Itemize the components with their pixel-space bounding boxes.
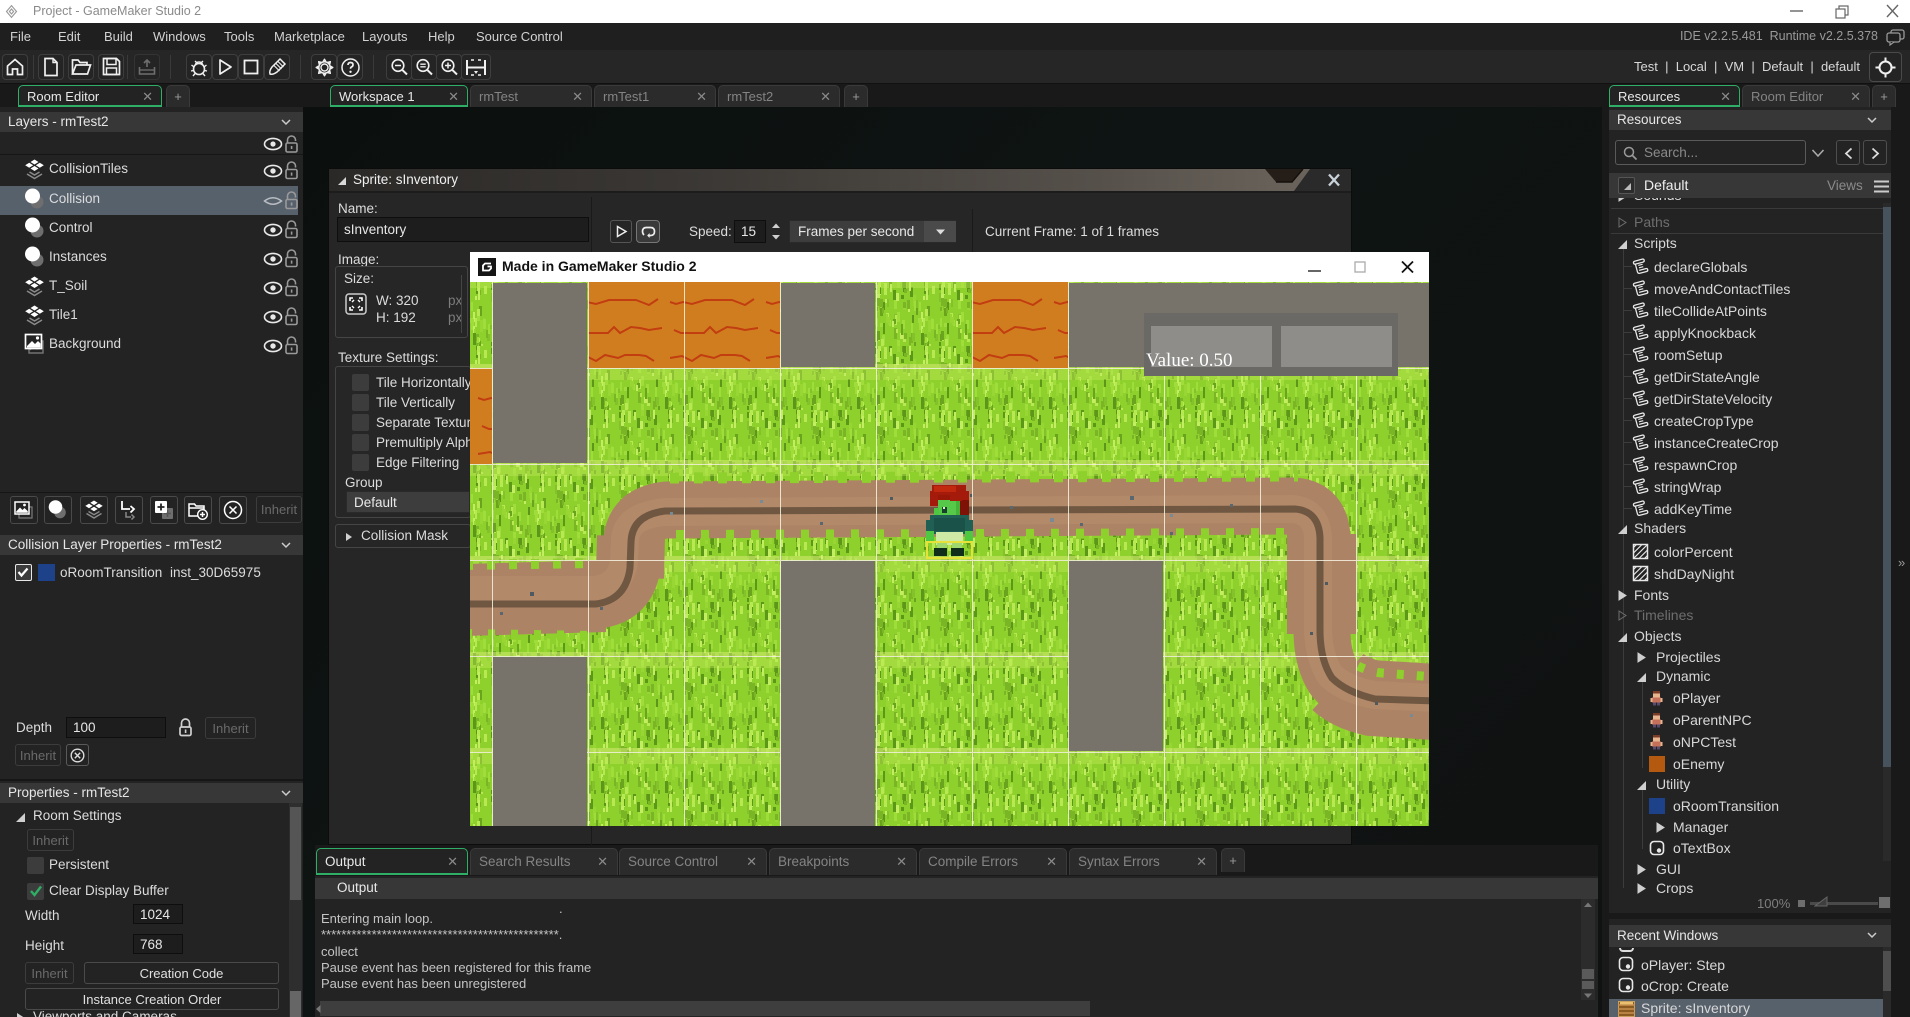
- svg-text:Value: 0.50: Value: 0.50: [1146, 350, 1233, 371]
